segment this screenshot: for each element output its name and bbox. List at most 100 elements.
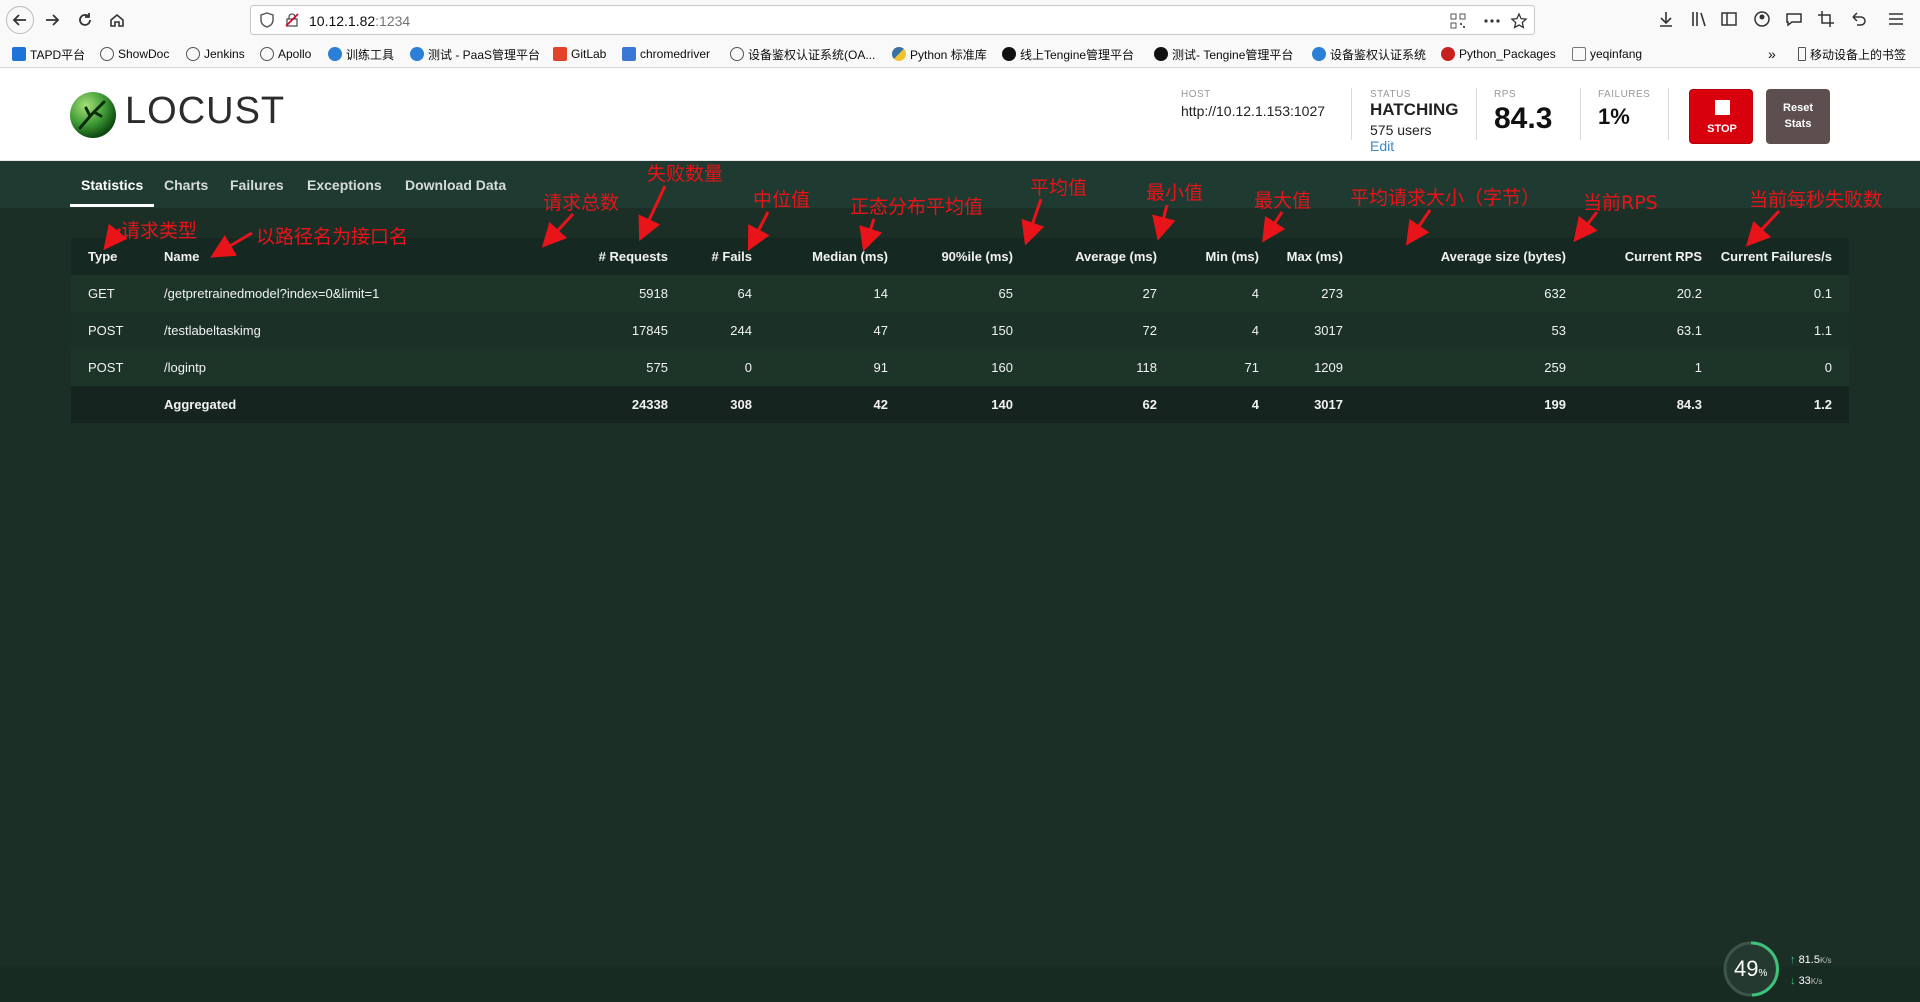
bookmarks-overflow-button[interactable]: »	[1768, 46, 1776, 62]
chat-button[interactable]	[1784, 9, 1806, 31]
bookmark-item[interactable]: yeqinfang	[1572, 46, 1642, 62]
bookmark-label: chromedriver	[640, 47, 711, 61]
mobile-bookmarks[interactable]: 移动设备上的书签	[1798, 46, 1906, 62]
tab-download-data[interactable]: Download Data	[405, 177, 506, 193]
upload-unit: K/s	[1819, 956, 1832, 965]
shield-icon[interactable]	[259, 12, 275, 28]
bookmark-star-icon[interactable]	[1510, 12, 1528, 30]
tab-failures[interactable]: Failures	[230, 177, 284, 193]
table-row[interactable]: GET /getpretrainedmodel?index=0&limit=1 …	[71, 275, 1849, 312]
bookmark-item[interactable]: 训练工具	[328, 46, 394, 62]
requests-cell: 575	[646, 360, 668, 375]
url-port: :1234	[375, 13, 411, 29]
network-monitor-widget[interactable]: 49% ↑ 81.5K/s ↓ 33K/s	[1722, 938, 1842, 1000]
url-text[interactable]: 10.12.1.82:1234	[309, 13, 410, 29]
tab-statistics[interactable]: Statistics	[81, 177, 143, 193]
arrow-right-icon	[46, 14, 60, 26]
library-icon	[1692, 12, 1706, 27]
table-row[interactable]: POST /testlabeltaskimg 17845 244 47 150 …	[71, 312, 1849, 349]
chromedriver-icon	[622, 47, 636, 61]
bookmark-item[interactable]: 线上Tengine管理平台	[1002, 46, 1134, 62]
column-header[interactable]: Average size (bytes)	[1441, 249, 1566, 264]
bookmark-label: 训练工具	[346, 47, 395, 62]
edit-users-link[interactable]: Edit	[1370, 138, 1394, 154]
reset-stats-button[interactable]: Reset Stats	[1766, 89, 1830, 144]
arrow-min	[1152, 204, 1176, 241]
annotation-p90: 正态分布平均值	[850, 196, 984, 218]
column-header[interactable]: Current RPS	[1625, 249, 1702, 264]
rps-value: 84.3	[1494, 102, 1553, 135]
status-label: STATUS	[1370, 89, 1411, 100]
bookmark-item[interactable]: ShowDoc	[100, 46, 169, 62]
fails-cell: 64	[737, 286, 752, 301]
name-cell: /logintp	[164, 360, 206, 375]
bookmark-item[interactable]: Python 标准库	[892, 46, 987, 62]
upload-speed: ↑ 81.5K/s	[1790, 954, 1832, 966]
forward-button[interactable]	[38, 6, 66, 34]
bookmark-item[interactable]: TAPD平台	[12, 46, 85, 62]
library-button[interactable]	[1689, 9, 1711, 31]
column-header[interactable]: Name	[164, 249, 199, 264]
account-button[interactable]	[1752, 9, 1774, 31]
current-rps-cell: 63.1	[1676, 323, 1702, 338]
column-header[interactable]: Max (ms)	[1287, 249, 1343, 264]
menu-button[interactable]	[1886, 9, 1908, 31]
table-row[interactable]: POST /logintp 575 0 91 160 118 71 1209 2…	[71, 349, 1849, 386]
bookmark-item[interactable]: 测试- Tengine管理平台	[1154, 46, 1293, 62]
reload-button[interactable]	[71, 6, 99, 34]
undo-icon	[1852, 12, 1866, 26]
arrow-avg-size	[1405, 209, 1432, 246]
locust-logo-icon	[70, 92, 116, 138]
avg-size-cell: 632	[1544, 286, 1566, 301]
insecure-lock-icon[interactable]	[285, 13, 299, 27]
arrow-requests	[541, 212, 575, 248]
host-value: http://10.12.1.153:1027	[1181, 103, 1326, 119]
upload-value: 81.5	[1798, 954, 1820, 966]
fails-cell: 0	[744, 360, 752, 375]
annotation-requests: 请求总数	[543, 192, 620, 214]
globe-icon	[100, 47, 114, 61]
home-icon	[110, 13, 124, 27]
bookmark-item[interactable]: Jenkins	[186, 46, 245, 62]
sidebar-button[interactable]	[1719, 9, 1741, 31]
chat-icon	[1786, 13, 1802, 27]
column-header[interactable]: Type	[88, 249, 117, 264]
column-header[interactable]: Median (ms)	[812, 249, 888, 264]
bookmark-item[interactable]: GitLab	[553, 46, 606, 62]
fails-cell: 308	[730, 397, 752, 412]
column-header[interactable]: Current Failures/s	[1721, 249, 1832, 264]
bookmark-item[interactable]: Python_Packages	[1441, 46, 1556, 62]
crop-icon	[1818, 11, 1834, 27]
back-button[interactable]	[6, 6, 34, 34]
undo-button[interactable]	[1848, 9, 1870, 31]
bookmark-item[interactable]: Apollo	[260, 46, 311, 62]
download-speed: ↓ 33K/s	[1790, 975, 1822, 987]
requests-cell: 17845	[631, 323, 668, 338]
column-header[interactable]: Average (ms)	[1075, 249, 1157, 264]
screenshot-button[interactable]	[1816, 9, 1838, 31]
stop-button[interactable]: STOP	[1689, 89, 1753, 144]
bookmark-item[interactable]: 测试 - PaaS管理平台	[410, 46, 540, 62]
url-bar[interactable]: 10.12.1.82:1234	[250, 5, 1535, 35]
bookmark-item[interactable]: 设备鉴权认证系统(OA...	[730, 46, 875, 62]
home-button[interactable]	[103, 6, 131, 34]
median-cell: 42	[873, 397, 888, 412]
bookmark-item[interactable]: chromedriver	[622, 46, 710, 62]
avg-size-cell: 53	[1551, 323, 1566, 338]
avg-size-cell: 199	[1544, 397, 1566, 412]
more-actions-icon[interactable]	[1483, 12, 1501, 30]
annotation-current-rps: 当前RPS	[1583, 192, 1658, 214]
tab-charts[interactable]: Charts	[164, 177, 208, 193]
bookmark-label: ShowDoc	[118, 47, 170, 61]
bookmark-label: 测试 - PaaS管理平台	[428, 47, 541, 62]
column-header[interactable]: # Fails	[712, 249, 752, 264]
divider	[1476, 88, 1477, 140]
average-cell: 27	[1142, 286, 1157, 301]
bookmark-item[interactable]: 设备鉴权认证系统	[1312, 46, 1426, 62]
qr-code-icon[interactable]	[1449, 12, 1467, 30]
column-header[interactable]: # Requests	[599, 249, 668, 264]
column-header[interactable]: Min (ms)	[1206, 249, 1259, 264]
column-header[interactable]: 90%ile (ms)	[941, 249, 1013, 264]
tab-exceptions[interactable]: Exceptions	[307, 177, 382, 193]
downloads-button[interactable]	[1656, 9, 1678, 31]
